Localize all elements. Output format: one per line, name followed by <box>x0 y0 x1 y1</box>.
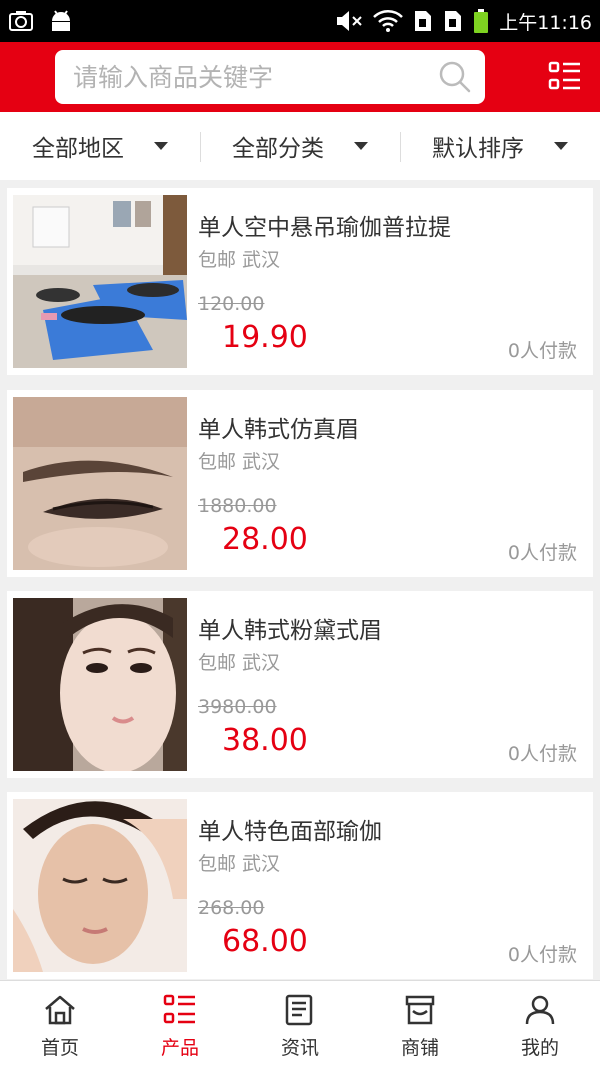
product-city: 武汉 <box>242 853 281 875</box>
filter-sort-dropdown[interactable]: 默认排序 <box>400 112 600 180</box>
category-menu-icon[interactable] <box>548 60 582 94</box>
android-icon <box>48 9 74 33</box>
product-meta: 包邮 武汉 <box>198 849 280 876</box>
product-meta: 包邮 武汉 <box>198 245 280 272</box>
tab-news[interactable]: 资讯 <box>240 981 360 1067</box>
product-title[interactable]: 单人特色面部瑜伽 <box>198 812 382 846</box>
paid-count: 0人付款 <box>507 340 577 362</box>
tab-label: 产品 <box>160 1037 199 1059</box>
filter-label: 默认排序 <box>432 136 524 162</box>
battery-icon <box>473 8 489 34</box>
original-price: 268.00 <box>198 897 265 919</box>
shipping-tag: 包邮 <box>198 853 237 875</box>
product-image[interactable] <box>13 598 187 771</box>
product-card[interactable]: 单人韩式粉黛式眉 包邮 武汉 3980.00 38.00 0人付款 <box>7 591 593 778</box>
product-image[interactable] <box>13 195 187 368</box>
shop-icon <box>403 993 437 1027</box>
product-meta: 包邮 武汉 <box>198 648 280 675</box>
product-title[interactable]: 单人空中悬吊瑜伽普拉提 <box>198 208 451 242</box>
product-meta: 包邮 武汉 <box>198 447 280 474</box>
clock-time: 上午11:16 <box>499 11 592 34</box>
product-list-icon <box>163 993 197 1027</box>
shipping-tag: 包邮 <box>198 652 237 674</box>
product-title[interactable]: 单人韩式粉黛式眉 <box>198 611 382 645</box>
sale-price: 38.00 <box>222 723 308 758</box>
sim-card-icon <box>413 9 433 33</box>
product-image[interactable] <box>13 799 187 972</box>
news-icon <box>283 993 317 1027</box>
search-icon[interactable] <box>425 50 485 104</box>
caret-down-icon <box>154 142 168 150</box>
user-icon <box>523 993 557 1027</box>
product-card[interactable]: 单人空中悬吊瑜伽普拉提 包邮 武汉 120.00 19.90 0人付款 <box>7 188 593 375</box>
product-title[interactable]: 单人韩式仿真眉 <box>198 410 359 444</box>
sale-price: 19.90 <box>222 320 308 355</box>
app-header <box>0 42 600 112</box>
status-bar: 上午11:16 <box>0 0 600 42</box>
sale-price: 28.00 <box>222 522 308 557</box>
paid-count: 0人付款 <box>507 743 577 765</box>
search-bar[interactable] <box>55 50 485 104</box>
tab-label: 资讯 <box>280 1037 319 1059</box>
original-price: 120.00 <box>198 293 265 315</box>
shipping-tag: 包邮 <box>198 249 237 271</box>
wifi-icon <box>373 9 404 33</box>
search-input[interactable] <box>73 50 425 104</box>
product-city: 武汉 <box>242 451 281 473</box>
product-city: 武汉 <box>242 652 281 674</box>
tab-label: 首页 <box>40 1037 79 1059</box>
tab-label: 我的 <box>520 1037 559 1059</box>
tab-home[interactable]: 首页 <box>0 981 120 1067</box>
tab-label: 商铺 <box>400 1037 439 1059</box>
sim-card-icon <box>443 9 463 33</box>
caret-down-icon <box>354 142 368 150</box>
home-icon <box>43 993 77 1027</box>
product-card[interactable]: 单人特色面部瑜伽 包邮 武汉 268.00 68.00 0人付款 <box>7 792 593 979</box>
tab-shop[interactable]: 商铺 <box>360 981 480 1067</box>
filter-label: 全部分类 <box>232 136 324 162</box>
tab-products[interactable]: 产品 <box>120 981 240 1067</box>
bottom-tab-bar: 首页 产品 资讯 商铺 我的 <box>0 980 600 1067</box>
original-price: 1880.00 <box>198 495 277 517</box>
screenshot-icon <box>8 9 34 33</box>
paid-count: 0人付款 <box>507 542 577 564</box>
paid-count: 0人付款 <box>507 944 577 966</box>
filter-label: 全部地区 <box>32 136 124 162</box>
tab-me[interactable]: 我的 <box>480 981 600 1067</box>
product-image[interactable] <box>13 397 187 570</box>
filter-category-dropdown[interactable]: 全部分类 <box>200 112 400 180</box>
shipping-tag: 包邮 <box>198 451 237 473</box>
sale-price: 68.00 <box>222 924 308 959</box>
product-city: 武汉 <box>242 249 281 271</box>
caret-down-icon <box>554 142 568 150</box>
filter-bar: 全部地区 全部分类 默认排序 <box>0 112 600 180</box>
original-price: 3980.00 <box>198 696 277 718</box>
product-card[interactable]: 单人韩式仿真眉 包邮 武汉 1880.00 28.00 0人付款 <box>7 390 593 577</box>
filter-region-dropdown[interactable]: 全部地区 <box>0 112 200 180</box>
mute-icon <box>335 9 363 33</box>
